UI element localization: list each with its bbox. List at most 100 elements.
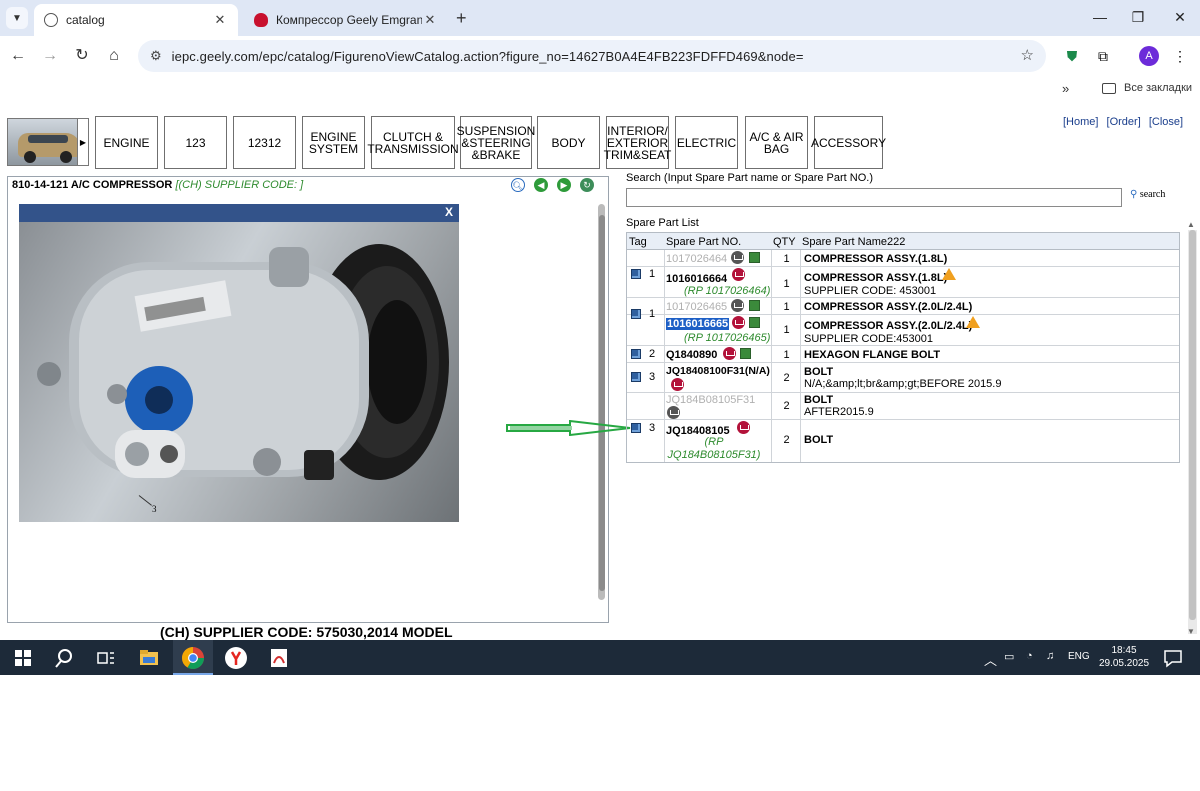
order-link[interactable]: [Order]	[1107, 116, 1141, 128]
table-row[interactable]: 2 Q1840890 1 HEXAGON FLANGE BOLT	[627, 346, 1179, 363]
part-number-selected[interactable]: 1016016665	[666, 318, 730, 330]
3d-box-icon[interactable]	[631, 423, 641, 433]
chevron-up-icon[interactable]: ︿	[984, 650, 997, 669]
wifi-icon[interactable]: ◔	[1026, 650, 1033, 662]
tab-search-button[interactable]: ▼	[6, 7, 28, 29]
model-expand-arrow-icon[interactable]: ▶	[77, 118, 89, 166]
replacement-part[interactable]: (RP JQ184B08105F31)	[666, 436, 762, 462]
table-row[interactable]: 1 1016016664 (RP 1017026464) 1 COMPRESSO…	[627, 267, 1179, 298]
menu-electric[interactable]: ELECTRIC	[675, 116, 738, 169]
part-number[interactable]: 1017026465	[666, 301, 727, 313]
cart-icon[interactable]	[731, 251, 744, 264]
tab-catalog[interactable]: catalog ✕	[34, 4, 238, 36]
bookmark-star-icon[interactable]: ☆	[1021, 46, 1034, 64]
figure-scrollbar-thumb[interactable]	[599, 215, 605, 591]
next-arrow-icon[interactable]: ▶	[557, 178, 571, 192]
search-input[interactable]	[626, 188, 1122, 207]
3d-box-icon[interactable]	[631, 349, 641, 359]
part-number[interactable]: Q1840890	[666, 349, 717, 361]
cart-icon[interactable]	[732, 316, 745, 329]
cart-icon[interactable]	[732, 268, 745, 281]
pdf-reader-icon[interactable]	[266, 645, 292, 671]
volume-icon[interactable]: ♫	[1046, 650, 1054, 662]
picture-icon[interactable]	[749, 252, 760, 263]
table-row[interactable]: 1017026464 1 COMPRESSOR ASSY.(1.8L)	[627, 250, 1179, 267]
close-icon[interactable]: ✕	[212, 12, 228, 28]
tab-geely-compressor[interactable]: Компрессор Geely Emgrand X7 ✕	[244, 4, 448, 36]
menu-123[interactable]: 123	[164, 116, 227, 169]
kebab-menu-icon[interactable]: ⋮	[1168, 44, 1192, 68]
forward-button[interactable]: →	[38, 44, 62, 68]
table-row[interactable]: JQ184B08105F31 2 BOLT AFTER2015.9	[627, 393, 1179, 420]
reload-button[interactable]: ↻	[70, 44, 94, 68]
parts-scrollbar-thumb[interactable]	[1189, 230, 1196, 620]
cart-icon[interactable]	[671, 378, 684, 391]
chevron-double-right-icon[interactable]: »	[1062, 81, 1069, 96]
home-link[interactable]: [Home]	[1063, 116, 1098, 128]
all-bookmarks-label[interactable]: Все закладки	[1124, 82, 1192, 94]
menu-clutch-transmission[interactable]: CLUTCH & TRANSMISSION	[367, 116, 459, 169]
table-row[interactable]: 3 JQ18408105 (RP JQ184B08105F31) 2 BOLT	[627, 420, 1179, 462]
minimize-button[interactable]: —	[1082, 6, 1118, 28]
shield-extension-icon[interactable]: ⛊	[1060, 44, 1084, 68]
back-button[interactable]: ←	[6, 44, 30, 68]
folder-icon[interactable]	[1102, 83, 1116, 94]
menu-12312[interactable]: 12312	[233, 116, 296, 169]
menu-ac-airbag[interactable]: A/C & AIR BAG	[745, 116, 808, 169]
language-indicator[interactable]: ENG	[1068, 651, 1090, 662]
battery-icon[interactable]: ▭	[1004, 650, 1014, 663]
picture-icon[interactable]	[740, 348, 751, 359]
warning-icon[interactable]	[966, 316, 980, 328]
windows-start-icon[interactable]	[10, 645, 36, 671]
3d-box-icon[interactable]	[631, 372, 641, 382]
scroll-down-icon[interactable]: ▼	[1187, 627, 1195, 636]
profile-avatar[interactable]: A	[1139, 46, 1159, 66]
part-number[interactable]: 1016016664	[666, 273, 727, 285]
part-number[interactable]: 1017026464	[666, 253, 727, 265]
zoom-icon[interactable]: 🔍︎	[511, 178, 525, 192]
task-view-icon[interactable]	[93, 645, 119, 671]
menu-suspension-steering-brake[interactable]: SUSPENSION &STEERING &BRAKE	[457, 116, 535, 169]
clock[interactable]: 18:45 29.05.2025	[1096, 644, 1152, 670]
3d-box-icon[interactable]	[631, 269, 641, 279]
menu-engine-system[interactable]: ENGINE SYSTEM	[302, 116, 365, 169]
scroll-up-icon[interactable]: ▲	[1187, 220, 1195, 229]
3d-box-icon[interactable]	[631, 309, 641, 319]
figure-close-button[interactable]: X	[445, 205, 453, 219]
menu-engine[interactable]: ENGINE	[95, 116, 158, 169]
menu-accessory[interactable]: ACCESSORY	[811, 116, 886, 169]
table-row[interactable]: 3 JQ18408100F31(N/A) 2 BOLT N/A;&amp;lt;…	[627, 363, 1179, 393]
window-close-button[interactable]: ✕	[1162, 6, 1198, 28]
close-icon[interactable]: ✕	[422, 12, 438, 28]
menu-interior-exterior[interactable]: INTERIOR/ EXTERIOR TRIM&SEAT	[604, 116, 671, 169]
close-link[interactable]: [Close]	[1149, 116, 1183, 128]
yandex-browser-icon[interactable]	[223, 645, 249, 671]
chrome-icon[interactable]	[180, 645, 206, 671]
picture-icon[interactable]	[749, 300, 760, 311]
callout-number[interactable]: 3	[152, 504, 157, 514]
picture-icon[interactable]	[749, 317, 760, 328]
cart-icon[interactable]	[667, 406, 680, 419]
address-bar[interactable]: ⚙ iepc.geely.com/epc/catalog/FigurenoVie…	[138, 40, 1046, 72]
part-number[interactable]: JQ184B08105F31	[666, 394, 755, 406]
cart-icon[interactable]	[731, 299, 744, 312]
table-row[interactable]: 1 1016016665 (RP 1017026465) 1 COMPRESSO…	[627, 308, 1179, 346]
file-explorer-icon[interactable]	[136, 645, 162, 671]
new-tab-button[interactable]: +	[456, 8, 467, 29]
cart-icon[interactable]	[737, 421, 750, 434]
refresh-icon[interactable]: ↻	[580, 178, 594, 192]
replacement-part[interactable]: (RP 1017026465)	[684, 332, 770, 344]
menu-body[interactable]: BODY	[537, 116, 600, 169]
search-button[interactable]: ⚲ search	[1130, 189, 1165, 200]
cart-icon[interactable]	[723, 347, 736, 360]
table-row[interactable]: 1017026465 1 COMPRESSOR ASSY.(2.0L/2.4L)	[627, 298, 1179, 315]
extensions-puzzle-icon[interactable]: ⧉	[1091, 44, 1115, 68]
part-number[interactable]: JQ18408100F31(N/A)	[666, 365, 770, 377]
warning-icon[interactable]	[942, 268, 956, 280]
restore-button[interactable]: ❐	[1120, 6, 1156, 28]
replacement-part[interactable]: (RP 1017026464)	[684, 285, 770, 297]
home-icon[interactable]: ⌂	[102, 44, 126, 68]
prev-arrow-icon[interactable]: ◀	[534, 178, 548, 192]
site-info-icon[interactable]: ⚙	[150, 48, 162, 64]
notifications-icon[interactable]	[1160, 645, 1186, 671]
